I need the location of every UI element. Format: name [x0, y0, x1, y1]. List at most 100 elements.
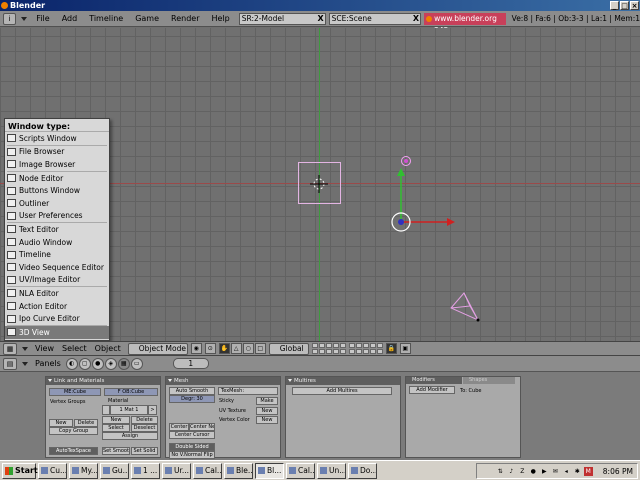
layer-buttons-a[interactable] — [311, 343, 346, 354]
shading-context-icon[interactable]: ● — [91, 357, 104, 370]
frame-number-field[interactable]: 1 — [172, 358, 209, 369]
center-button[interactable]: Center — [169, 423, 189, 431]
material-new-button[interactable]: New — [102, 416, 130, 424]
menu-item-video-sequence-editor[interactable]: Video Sequence Editor — [5, 261, 109, 274]
messenger-icon[interactable]: ✉ — [551, 467, 560, 476]
sticky-make-button[interactable]: Make — [256, 397, 278, 405]
object-name-field[interactable]: F OB:Cube — [104, 388, 158, 396]
menu-render[interactable]: Render — [165, 14, 205, 23]
window-type-icon[interactable]: ▤ — [3, 357, 17, 370]
taskbar-button-active[interactable]: Bl... — [255, 462, 284, 479]
taskbar-button[interactable]: Gu... — [100, 462, 129, 479]
material-arrow-icon[interactable]: > — [148, 405, 157, 415]
material-delete-button[interactable]: Delete — [131, 416, 158, 424]
translate-icon[interactable]: △ — [230, 343, 242, 354]
taskbar-button[interactable]: Ble... — [224, 462, 253, 479]
panel-title[interactable]: Mesh — [166, 377, 280, 385]
lamp-object[interactable] — [401, 156, 411, 166]
taskbar-button[interactable]: Un... — [317, 462, 346, 479]
menu-item-timeline[interactable]: Timeline — [5, 248, 109, 261]
add-multires-button[interactable]: Add Multires — [292, 387, 392, 395]
start-button[interactable]: Start — [2, 462, 38, 479]
speaker-icon[interactable]: ◂ — [562, 467, 571, 476]
tab-shapes[interactable]: Shapes — [463, 377, 515, 384]
set-solid-button[interactable]: Set Solid — [131, 447, 158, 455]
transform-manipulator-icon[interactable] — [385, 168, 465, 238]
rotate-icon[interactable]: ○ — [242, 343, 254, 354]
autotexspace-toggle[interactable]: AutoTexSpace — [49, 447, 98, 455]
menu-item-user-preferences[interactable]: User Preferences — [5, 210, 109, 223]
menu-item-uv-image-editor[interactable]: UV/Image Editor — [5, 274, 109, 287]
scene-delete-icon[interactable]: X — [413, 14, 419, 24]
window-type-icon[interactable]: ▦ — [3, 342, 17, 355]
menu-item-outliner[interactable]: Outliner — [5, 197, 109, 210]
manipulator-toggle-icon[interactable]: ✋ — [218, 343, 230, 354]
layer-buttons-b[interactable] — [348, 343, 383, 354]
editing-context-icon[interactable]: ▦ — [117, 357, 130, 370]
panel-title[interactable]: Multires — [286, 377, 400, 385]
settings-icon[interactable]: ✱ — [573, 467, 582, 476]
maximize-button[interactable]: □ — [620, 1, 629, 10]
mode-selector[interactable]: Object Mode — [127, 342, 188, 355]
collapse-menu-triangle-icon[interactable] — [22, 361, 28, 366]
pivot-icon[interactable]: ⊙ — [204, 343, 216, 354]
set-smooth-button[interactable]: Set Smooth — [102, 447, 130, 455]
menu-game[interactable]: Game — [129, 14, 165, 23]
script-context-icon[interactable]: ▢ — [78, 357, 91, 370]
menu-item-ipo-curve-editor[interactable]: Ipo Curve Editor — [5, 312, 109, 325]
network-icon[interactable]: ⇅ — [496, 467, 505, 476]
menu-item-3d-view[interactable]: 3D View — [5, 325, 109, 339]
copy-group-button[interactable]: Copy Group — [49, 427, 98, 435]
taskbar-button[interactable]: Cal... — [286, 462, 315, 479]
menu-help[interactable]: Help — [206, 14, 236, 23]
scene-context-icon[interactable]: ▭ — [130, 357, 143, 370]
add-modifier-button[interactable]: Add Modifier — [409, 386, 455, 394]
degr-field[interactable]: Degr: 30 — [169, 395, 215, 403]
menu-item-image-browser[interactable]: Image Browser — [5, 158, 109, 171]
taskbar-button[interactable]: Cu... — [38, 462, 67, 479]
menu-item-buttons-window[interactable]: Buttons Window — [5, 184, 109, 197]
logic-context-icon[interactable]: ◐ — [65, 357, 78, 370]
material-index-field[interactable]: 1 Mat 1 — [110, 405, 148, 415]
taskbar-button[interactable]: Cal... — [193, 462, 222, 479]
menu-file[interactable]: File — [30, 14, 55, 23]
no-vnormal-flip-toggle[interactable]: No V.Normal Flip — [169, 451, 215, 459]
scale-icon[interactable]: □ — [254, 343, 266, 354]
panel-title[interactable]: Link and Materials — [46, 377, 160, 385]
vgroup-delete-button[interactable]: Delete — [74, 419, 98, 427]
double-sided-toggle[interactable]: Double Sided — [169, 443, 215, 451]
auto-smooth-toggle[interactable]: Auto Smooth — [169, 387, 215, 395]
screen-selector[interactable]: SR:2-Model X — [238, 12, 326, 25]
menu-item-file-browser[interactable]: File Browser — [5, 146, 109, 159]
m-icon[interactable]: M — [583, 466, 593, 476]
menu-item-text-editor[interactable]: Text Editor — [5, 223, 109, 236]
collapse-menu-triangle-icon[interactable] — [21, 16, 28, 21]
vertex-color-new-button[interactable]: New — [256, 416, 278, 424]
camera-object[interactable] — [448, 290, 483, 326]
lock-icon[interactable]: 🔒 — [385, 343, 397, 354]
object-context-icon[interactable]: ◈ — [104, 357, 117, 370]
close-button[interactable]: × — [630, 1, 639, 10]
taskbar-button[interactable]: Ur... — [162, 462, 191, 479]
volume-icon[interactable]: ♪ — [507, 467, 516, 476]
texmesh-field[interactable]: TexMesh: — [218, 387, 278, 395]
tab-modifiers[interactable]: Modifiers — [406, 377, 462, 384]
menu-item-action-editor[interactable]: Action Editor — [5, 300, 109, 313]
media-icon[interactable]: ▶ — [540, 467, 549, 476]
material-assign-button[interactable]: Assign — [102, 432, 158, 440]
orientation-selector[interactable]: Global — [268, 342, 309, 355]
panels-menu[interactable]: Panels — [31, 359, 65, 368]
menu-select[interactable]: Select — [58, 344, 91, 353]
blender-url-link[interactable]: www.blender.org 245 — [424, 12, 506, 35]
collapse-menu-triangle-icon[interactable] — [22, 346, 28, 351]
render-icon[interactable]: ▣ — [399, 343, 411, 354]
draw-type-icon[interactable]: ◉ — [190, 343, 202, 354]
zoom-icon[interactable]: Z — [518, 467, 527, 476]
minimize-button[interactable]: _ — [610, 1, 619, 10]
taskbar-button[interactable]: 1 ... — [131, 462, 160, 479]
center-cursor-button[interactable]: Center Cursor — [169, 431, 215, 439]
menu-item-node-editor[interactable]: Node Editor — [5, 172, 109, 185]
antivirus-icon[interactable]: ● — [529, 467, 538, 476]
menu-object[interactable]: Object — [91, 344, 125, 353]
menu-timeline[interactable]: Timeline — [83, 14, 129, 23]
